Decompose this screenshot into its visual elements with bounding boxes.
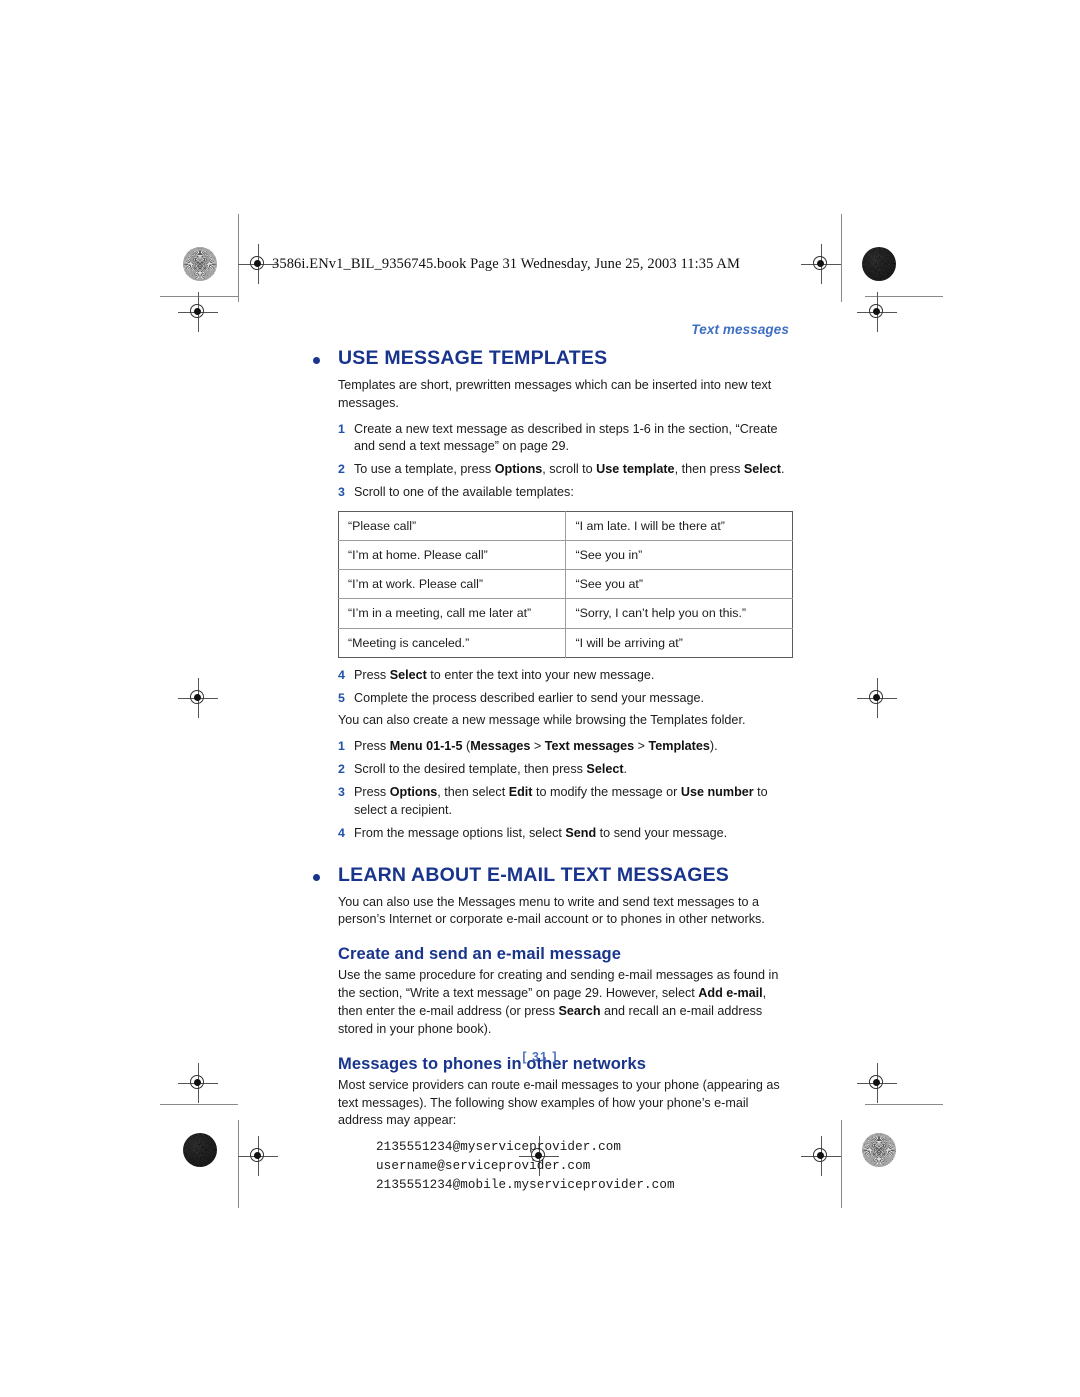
crop-rule-left-vertical <box>238 214 239 302</box>
registration-mark-left-lower <box>178 1063 218 1103</box>
templates-intro-paragraph: Templates are short, prewritten messages… <box>338 377 772 410</box>
table-cell: “See you at” <box>565 569 793 600</box>
step-number: 4 <box>338 825 345 840</box>
running-header: Text messages <box>691 322 789 337</box>
table-row: “I’m at work. Please call” “See you at” <box>338 569 793 600</box>
step-number: 5 <box>338 690 345 705</box>
step-text: Scroll to one of the available templates… <box>354 485 574 500</box>
step-text: To use a template, press Options, scroll… <box>354 462 785 477</box>
email-example: 2135551234@mobile.myserviceprovider.com <box>376 1177 675 1192</box>
table-cell: “I will be arriving at” <box>565 627 793 658</box>
list-item: 5 Complete the process described earlier… <box>338 690 792 708</box>
registration-mark-left-middle <box>178 678 218 718</box>
starburst-mark-bottom-right <box>862 1133 896 1167</box>
table-cell: “I’m at work. Please call” <box>338 569 567 600</box>
list-item: 2 To use a template, press Options, scro… <box>338 461 792 479</box>
step-text: Complete the process described earlier t… <box>354 690 705 705</box>
crop-rule-bottom-left-horizontal <box>160 1104 238 1105</box>
list-item: 2 Scroll to the desired template, then p… <box>338 761 792 779</box>
templates-steps-list-a: 1 Create a new text message as described… <box>310 421 792 503</box>
templates-note-paragraph: You can also create a new message while … <box>338 713 746 728</box>
bullet-icon <box>313 357 320 364</box>
list-item: 4 From the message options list, select … <box>338 825 792 843</box>
page-content: USE MESSAGE TEMPLATES Templates are shor… <box>310 347 793 1194</box>
list-item: 1 Press Menu 01-1-5 (Messages > Text mes… <box>338 738 792 756</box>
list-item: 4 Press Select to enter the text into yo… <box>338 667 792 685</box>
subheading-create-and-send-email: Create and send an e-mail message <box>338 945 622 964</box>
registration-mark-bottom-left <box>238 1136 278 1176</box>
registration-mark-top-right <box>801 244 841 284</box>
registration-mark-right-middle <box>857 678 897 718</box>
book-file-header: 3586i.ENv1_BIL_9356745.book Page 31 Wedn… <box>272 256 740 272</box>
table-cell: “I’m at home. Please call” <box>338 540 567 571</box>
table-cell: “Please call” <box>338 511 567 542</box>
textured-disc-mark-bottom-left <box>183 1133 217 1167</box>
step-number: 2 <box>338 762 345 777</box>
crop-rule-right-vertical <box>841 214 842 302</box>
section-heading-use-message-templates: USE MESSAGE TEMPLATES <box>310 347 792 370</box>
step-number: 3 <box>338 785 345 800</box>
registration-mark-right-upper <box>857 292 897 332</box>
table-row: “Please call” “I am late. I will be ther… <box>338 511 793 542</box>
templates-steps-list-b: 4 Press Select to enter the text into yo… <box>310 667 792 708</box>
email-intro-paragraph: You can also use the Messages menu to wr… <box>338 894 765 927</box>
step-number: 4 <box>338 667 345 682</box>
table-row: “I’m in a meeting, call me later at” “So… <box>338 598 793 629</box>
step-number: 1 <box>338 739 345 754</box>
starburst-mark-top-left <box>183 247 217 281</box>
templates-steps-list-c: 1 Press Menu 01-1-5 (Messages > Text mes… <box>310 738 792 842</box>
step-text: Press Menu 01-1-5 (Messages > Text messa… <box>354 739 718 754</box>
section-heading-learn-about-email: LEARN ABOUT E-MAIL TEXT MESSAGES <box>310 863 792 887</box>
step-text: Create a new text message as described i… <box>354 421 778 454</box>
table-cell: “I am late. I will be there at” <box>565 511 793 542</box>
textured-disc-mark-top-right <box>862 247 896 281</box>
table-row: “Meeting is canceled.” “I will be arrivi… <box>338 627 793 658</box>
crop-rule-bottom-left-vertical <box>238 1120 239 1208</box>
table-row: “I’m at home. Please call” “See you in” <box>338 540 793 571</box>
table-cell: “I’m in a meeting, call me later at” <box>338 598 567 629</box>
section-title-text: USE MESSAGE TEMPLATES <box>338 347 608 369</box>
step-text: Press Options, then select Edit to modif… <box>354 785 768 817</box>
registration-mark-top-left <box>238 244 278 284</box>
other-networks-paragraph: Most service providers can route e-mail … <box>338 1077 780 1128</box>
registration-mark-right-lower <box>857 1063 897 1103</box>
step-text: Press Select to enter the text into your… <box>354 667 655 682</box>
step-number: 3 <box>338 485 345 500</box>
list-item: 1 Create a new text message as described… <box>338 421 792 457</box>
registration-mark-bottom-right <box>801 1136 841 1176</box>
table-cell: “Sorry, I can’t help you on this.” <box>565 598 793 629</box>
crop-rule-top-right-horizontal <box>865 296 943 297</box>
message-templates-table: “Please call” “I am late. I will be ther… <box>338 511 793 658</box>
step-text: From the message options list, select Se… <box>354 825 728 840</box>
crop-rule-bottom-right-horizontal <box>865 1104 943 1105</box>
table-cell: “Meeting is canceled.” <box>338 627 567 658</box>
table-body: “Please call” “I am late. I will be ther… <box>338 511 793 658</box>
step-text: Scroll to the desired template, then pre… <box>354 762 628 777</box>
list-item: 3 Scroll to one of the available templat… <box>338 484 792 502</box>
email-example: 2135551234@myserviceprovider.com <box>376 1140 622 1155</box>
page-number: [ 31 ] <box>522 1050 558 1064</box>
email-address-examples: 2135551234@myserviceprovider.com usernam… <box>310 1138 792 1194</box>
bullet-icon <box>313 873 320 881</box>
section-title-text: LEARN ABOUT E-MAIL TEXT MESSAGES <box>338 863 730 886</box>
crop-rule-top-left-horizontal <box>160 296 238 297</box>
email-example: username@serviceprovider.com <box>376 1158 591 1173</box>
create-send-email-paragraph: Use the same procedure for creating and … <box>338 968 779 1036</box>
table-cell: “See you in” <box>565 540 793 571</box>
step-number: 2 <box>338 462 345 477</box>
step-number: 1 <box>338 421 345 436</box>
crop-rule-bottom-right-vertical <box>841 1120 842 1208</box>
list-item: 3 Press Options, then select Edit to mod… <box>338 784 792 820</box>
